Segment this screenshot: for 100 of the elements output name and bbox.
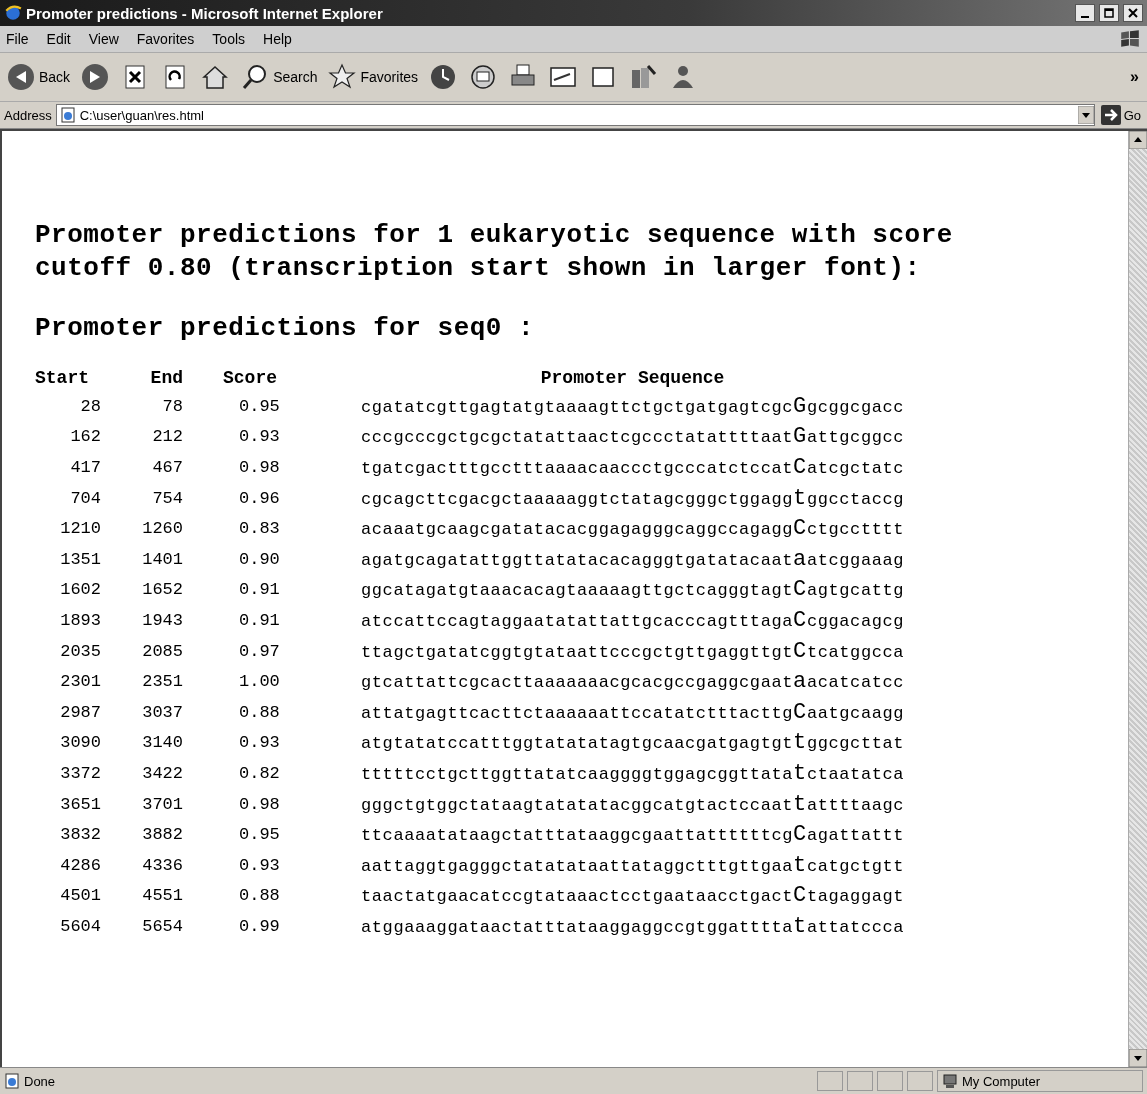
end-cell-text: 3882 — [141, 824, 183, 847]
sequence-text: atgtatatccatttggtatatatagtgcaacgatgagtgt t ggcgcttat — [361, 734, 905, 754]
status-pane — [817, 1071, 843, 1091]
sequence-text: ttcaaaatataagctatttataaggcgaattattttttcgCagattattt — [361, 826, 905, 846]
start-cell-text: 3372 — [59, 762, 101, 785]
start-cell-text: 4286 — [59, 854, 101, 877]
scrollbar[interactable] — [1128, 131, 1147, 1067]
scroll-down-icon[interactable] — [1129, 1049, 1147, 1067]
sequence-text: gggctgtggctataagtatatatacggcatgtactccaat t attttaagc — [361, 795, 905, 815]
sequence-text: cgatatcgttgagtatgtaaaagttctgctgatgagtcgcGgcggcgacc — [361, 397, 905, 417]
security-zone: My Computer — [962, 1073, 1041, 1089]
computer-icon — [942, 1073, 958, 1089]
start-cell-text: 1893 — [59, 609, 101, 632]
start-cell-text: 5604 — [59, 915, 101, 938]
end-cell-text: 467 — [151, 457, 183, 479]
status-text: Done — [24, 1073, 56, 1089]
menu-item[interactable]: Favorites — [136, 31, 195, 47]
start-cell-text: 1602 — [59, 579, 101, 602]
more-button[interactable]: » — [1130, 68, 1143, 86]
end-cell-text: 3037 — [141, 701, 183, 724]
status-pane — [907, 1071, 933, 1091]
end-cell-text: 212 — [151, 426, 183, 449]
status-pane — [877, 1071, 903, 1091]
sequence-text: cgcagcttcgacgctaaaaaggtctatagcgggctggagg t ggcctaccg — [361, 489, 905, 509]
end-cell-text: 3140 — [141, 732, 183, 755]
sequence-text: cccgcccgctgcgctatattaactcgccctatattttaatGattgcggcc — [361, 428, 905, 448]
sequence-text: tgatcgactttgcctttaaaacaaccctgcccatctccatCatcgctatc — [361, 459, 905, 478]
end-cell-text: 1943 — [141, 609, 183, 632]
sequence-text: ggcatagatgtaaacacagtaaaaagttgctcagggtagtCagtgcattg — [361, 581, 905, 601]
back-button[interactable]: Back — [4, 60, 73, 94]
score-cell-text: 0.91 — [238, 579, 281, 602]
end-cell: 4551 — [101, 880, 183, 912]
menu-item[interactable]: File — [6, 31, 29, 47]
end-cell-text: 78 — [161, 395, 183, 418]
score-cell-text: 0.93 — [238, 854, 281, 877]
column-header: End — [149, 367, 183, 390]
column-header: Start — [35, 367, 90, 390]
go-button[interactable]: Go — [1098, 105, 1143, 125]
close-icon — [1128, 8, 1138, 18]
menu-item[interactable]: View — [88, 31, 119, 47]
end-cell: 3701 — [101, 788, 183, 820]
end-cell-text: 2085 — [141, 640, 183, 663]
end-cell: 5654 — [101, 911, 183, 942]
maximize-button[interactable] — [1099, 4, 1119, 22]
score-cell-text: 0.88 — [238, 701, 281, 724]
start-cell-text: 28 — [79, 395, 101, 418]
maximize-icon — [1104, 8, 1114, 18]
end-cell-text: 3422 — [141, 762, 183, 785]
end-cell-text: 4336 — [141, 854, 183, 877]
start-cell-text: 2035 — [59, 640, 101, 663]
address-label: Address — [4, 107, 52, 123]
end-cell: 754 — [101, 482, 183, 514]
score-cell: 0.90 — [183, 543, 347, 575]
results-heading: Promoter predictions for 1 eukaryotic sequence with score cutoff 0.80 (transcription start shown in larger font): — [35, 219, 954, 285]
score-cell-text: 0.82 — [238, 762, 281, 785]
minimize-icon — [1081, 16, 1089, 18]
sequence-text: gtcattattcgcacttaaaaaaacgcacgccgaggcgaataacatcatcc — [361, 673, 905, 693]
score-cell: 0.96 — [183, 482, 347, 514]
minimize-button[interactable] — [1075, 4, 1095, 22]
start-cell-text: 162 — [69, 426, 101, 449]
close-button[interactable] — [1123, 4, 1143, 22]
scroll-up-icon[interactable] — [1129, 131, 1147, 149]
sequence-heading: Promoter predictions for seq0 : — [35, 313, 536, 343]
address-field[interactable]: C:\user\guan\res.html — [55, 104, 1095, 126]
column-header: Promoter Sequence — [539, 367, 726, 390]
windows-flag-icon — [1119, 28, 1141, 50]
sequence-text: acaaatgcaagcgatatacacggagagggcaggccagaggCctgcctttt — [361, 520, 905, 540]
score-cell-text: 0.98 — [238, 457, 281, 479]
end-cell: 1401 — [101, 543, 183, 575]
menu-item[interactable]: Help — [263, 31, 292, 47]
end-cell-text: 1260 — [141, 518, 183, 541]
go-arrow-icon — [1100, 105, 1121, 125]
end-cell-text: 1652 — [141, 579, 183, 602]
sequence-text: atccattccagtaggaatatattattgcacccagtttagaCcggacagcg — [361, 611, 905, 631]
start-cell-text: 704 — [69, 487, 101, 510]
sequence-text: atggaaaggataactatttataaggaggccgtggattttat attatccca — [361, 917, 905, 937]
start-cell-text: 3651 — [59, 793, 101, 816]
sequence-text: attatgagttcacttctaaaaaattccatatctttacttgCaatgcaagg — [361, 703, 905, 723]
score-cell-text: 0.83 — [238, 518, 281, 541]
favorites-button[interactable]: Favorites — [325, 60, 421, 94]
start-cell-text: 417 — [69, 457, 101, 479]
menu-item[interactable]: Edit — [46, 31, 71, 47]
score-cell-text: 0.95 — [238, 824, 281, 847]
start-cell-text: 1351 — [59, 548, 101, 571]
dropdown-icon[interactable] — [1077, 106, 1094, 124]
window-title: Promoter predictions - Microsoft Internet Explorer — [26, 4, 383, 22]
score-cell-text: 0.93 — [238, 732, 281, 755]
score-cell: 0.88 — [183, 880, 347, 912]
sequence-text: ttagctgatatcggtgtataattcccgctgttgaggttgtCtcatggcca — [361, 642, 905, 662]
search-button[interactable]: Search — [238, 60, 320, 94]
arrow-right-icon — [80, 62, 111, 92]
sequence-text: tttttcctgcttggttatatcaaggggtggagcggttatat ctaatatca — [361, 764, 905, 784]
score-cell: 0.99 — [183, 911, 347, 942]
sequence-text: agatgcagatattggttatatacacagggtgatatacaataatcggaaag — [361, 550, 905, 570]
sequence-text: aattaggtgagggctatatataattataggctttgttgaat catgctgtt — [361, 856, 905, 876]
start-cell-text: 2987 — [59, 701, 101, 724]
status-pane — [847, 1071, 873, 1091]
menu-item[interactable]: Tools — [212, 31, 246, 47]
start-cell-text: 4501 — [59, 885, 101, 908]
score-cell-text: 0.93 — [238, 426, 281, 449]
